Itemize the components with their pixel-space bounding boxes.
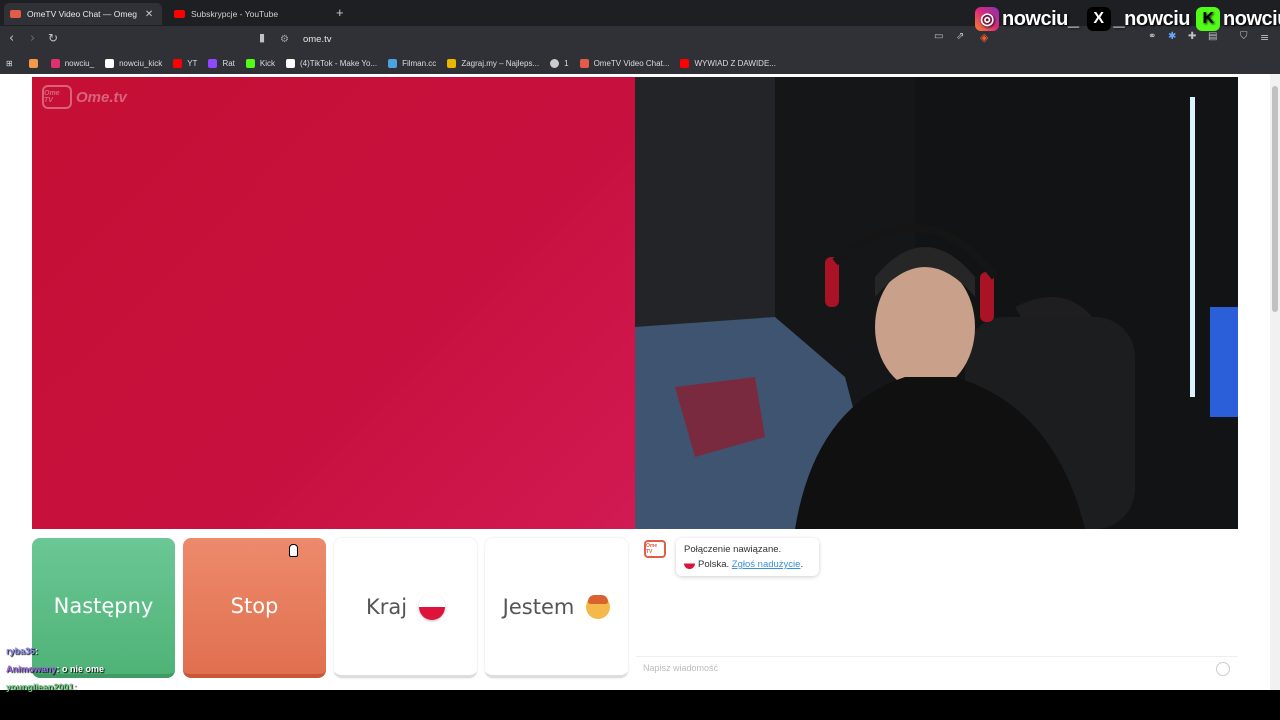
ometv-chat-icon: Ome TV [644, 540, 666, 558]
bookmark-item[interactable]: Rat [208, 59, 235, 68]
gender-label: Jestem [502, 594, 575, 619]
stream-socials-overlay: ◎ nowciu_ X _nowciu K nowciu [972, 4, 1280, 34]
tab-label: Subskrypcje - YouTube [191, 9, 279, 19]
youtube-icon [680, 59, 690, 68]
tab-youtube[interactable]: Subskrypcje - YouTube [168, 3, 328, 25]
logo-text: Ome.tv [76, 88, 127, 106]
bookmark-item[interactable]: (4)TikTok - Make Yo... [286, 59, 377, 68]
bookmark-icon[interactable]: ▮ [259, 31, 265, 44]
stream-chat-line: ryba36: [6, 646, 39, 656]
address-bar[interactable]: ⚙ ome.tv [280, 29, 1000, 50]
report-abuse-link[interactable]: Zgłoś nadużycie [732, 559, 801, 570]
bookmark-item[interactable]: nowciu_kick [105, 59, 162, 68]
bookmark-item[interactable]: Zagraj.my – Najleps... [447, 59, 539, 68]
stream-chat-line: Animowany: o nie ome [6, 664, 105, 674]
youtube-favicon-icon [174, 10, 185, 18]
back-icon[interactable]: ‹ [9, 31, 14, 46]
reload-icon[interactable]: ↻ [48, 31, 58, 45]
bookmark-item[interactable]: 1 [550, 59, 569, 68]
remote-webcam-image [635, 77, 1238, 529]
stream-chat-overlay: ryba36: Animowany: o nie ome youngliean2… [6, 642, 104, 696]
youtube-icon [173, 59, 183, 68]
close-tab-icon[interactable]: ✕ [145, 9, 153, 20]
bookmark-item[interactable]: YT [173, 59, 197, 68]
country-button[interactable]: Kraj [334, 538, 477, 678]
x-icon [105, 59, 115, 68]
zagraj-icon [447, 59, 457, 68]
next-label: Następny [53, 594, 154, 618]
stop-button[interactable]: Stop [183, 538, 326, 678]
stream-chat-line: youngliean2001: [6, 682, 77, 692]
url-text: ome.tv [302, 34, 332, 45]
gender-button[interactable]: Jestem [485, 538, 628, 678]
chat-username: Animowany [6, 664, 57, 674]
message-placeholder: Napisz wiadomość [643, 663, 719, 673]
stop-label: Stop [230, 594, 279, 618]
local-video-panel: Ome TV Ome.tv [32, 77, 635, 529]
kick-icon [245, 59, 255, 68]
bookmark-item[interactable]: OmeTV Video Chat... [579, 59, 669, 68]
tab-label: OmeTV Video Chat — Omeg [27, 9, 137, 19]
bookmark-item[interactable]: nowciu_ [50, 59, 94, 68]
instagram-icon [50, 59, 60, 68]
remote-video-panel [635, 77, 1238, 529]
chat-panel: Ome TV Połączenie nawiązane. Polska. Zgł… [636, 538, 1238, 680]
ometv-favicon-icon [10, 10, 21, 18]
x-icon: X [1086, 7, 1111, 31]
kick-handle: nowciu [1223, 7, 1280, 30]
ometv-icon [579, 59, 589, 68]
message-input[interactable]: Napisz wiadomość [636, 656, 1238, 680]
apps-grid-icon[interactable]: ⊞ [6, 59, 13, 68]
new-tab-button[interactable]: + [336, 5, 344, 20]
tiktok-icon [286, 59, 296, 68]
scrollbar-thumb[interactable] [1272, 86, 1278, 312]
page-scrollbar[interactable] [1270, 74, 1280, 690]
poland-flag-icon [419, 593, 446, 620]
bookmark-item[interactable]: Kick [245, 59, 275, 68]
twitch-icon [208, 59, 218, 68]
cast-icon[interactable]: ▭ [934, 31, 943, 42]
tv-logo-icon: Ome TV [42, 85, 72, 109]
connected-text: Połączenie nawiązane. [684, 544, 782, 555]
poland-flag-icon [684, 558, 695, 569]
chat-username: ryba36 [6, 646, 36, 656]
filman-icon [388, 59, 398, 68]
country-label: Kraj [365, 594, 408, 619]
bookmark-item[interactable]: WYWIAD Z DAWIDE... [680, 59, 776, 68]
emoji-icon[interactable] [1216, 662, 1230, 676]
instagram-icon: ◎ [975, 7, 999, 31]
instagram-handle: nowciu_ [1002, 7, 1079, 30]
tab-ometv[interactable]: OmeTV Video Chat — Omeg ✕ [4, 3, 162, 25]
mouse-cursor-icon [289, 544, 298, 557]
bookmark-item[interactable]: Filman.cc [388, 59, 436, 68]
folder-icon[interactable] [28, 59, 43, 68]
chat-username: youngliean2001 [6, 682, 74, 692]
kick-icon: K [1196, 7, 1221, 31]
forward-icon[interactable]: › [30, 31, 35, 46]
country-text: Polska. [698, 559, 730, 570]
system-message: Połączenie nawiązane. Polska. Zgłoś nadu… [676, 538, 819, 576]
bookmarks-bar: ⊞ nowciu_ nowciu_kick YT Rat Kick (4)Tik… [0, 53, 1280, 74]
share-icon[interactable]: ⇗ [956, 31, 964, 42]
site-info-icon[interactable]: ⚙ [280, 34, 289, 45]
boy-emoji-icon [586, 594, 611, 619]
x-handle: _nowciu [1113, 7, 1191, 30]
report-suffix: . [800, 559, 804, 570]
ometv-logo: Ome TV Ome.tv [42, 85, 127, 109]
globe-icon [550, 59, 560, 68]
chat-message: o nie ome [62, 664, 105, 674]
